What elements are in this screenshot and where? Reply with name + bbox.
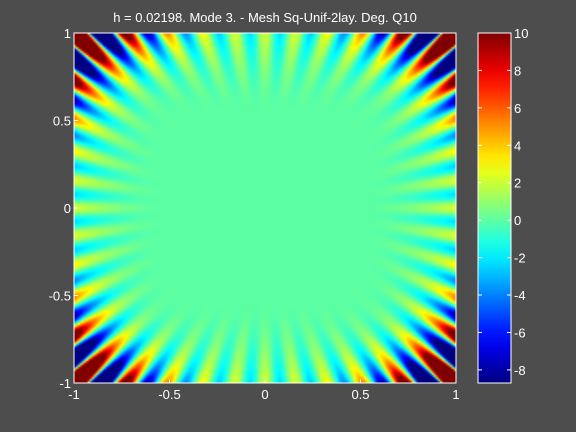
- heatmap-image: [74, 33, 456, 383]
- x-tick-label: 0.5: [351, 387, 369, 402]
- chart-title: h = 0.02198. Mode 3. - Mesh Sq-Unif-2lay…: [113, 10, 417, 25]
- x-tick-label: -0.5: [158, 387, 180, 402]
- heatmap: [73, 32, 457, 384]
- figure: -1 -0.5 0 0.5 1 -1 -0.5 0 0.5 1 10 8 6 4 2 0 -2 -4 -6 -8 …: [0, 0, 576, 432]
- colorbar-tick-label: -8: [514, 363, 526, 378]
- colorbar: 10 8 6 4 2 0 -2 -4 -6 -8: [477, 26, 528, 384]
- x-tick-label: 1: [452, 387, 459, 402]
- y-tick-label: 0: [64, 201, 71, 216]
- colorbar-tick-label: -4: [514, 288, 526, 303]
- x-tick-label: 0: [261, 387, 268, 402]
- y-tick-label: -0.5: [49, 289, 71, 304]
- colorbar-tick-label: 10: [514, 26, 528, 41]
- colorbar-tick-label: 6: [514, 101, 521, 116]
- colorbar-tick-label: 0: [514, 213, 521, 228]
- colorbar-tick-label: 2: [514, 176, 521, 191]
- colorbar-tick-label: -6: [514, 325, 526, 340]
- y-tick-label: 1: [64, 26, 71, 41]
- figure-svg: -1 -0.5 0 0.5 1 -1-0.500.51 1086420-2-4-6-8 …: [49, 10, 529, 402]
- y-tick-label: -1: [59, 376, 71, 391]
- colorbar-tick-label: 4: [514, 138, 521, 153]
- colorbar-tick-label: -2: [514, 251, 526, 266]
- colorbar-tick-label: 8: [514, 63, 521, 78]
- colorbar-gradient: [478, 33, 511, 383]
- y-tick-label: 0.5: [53, 114, 71, 129]
